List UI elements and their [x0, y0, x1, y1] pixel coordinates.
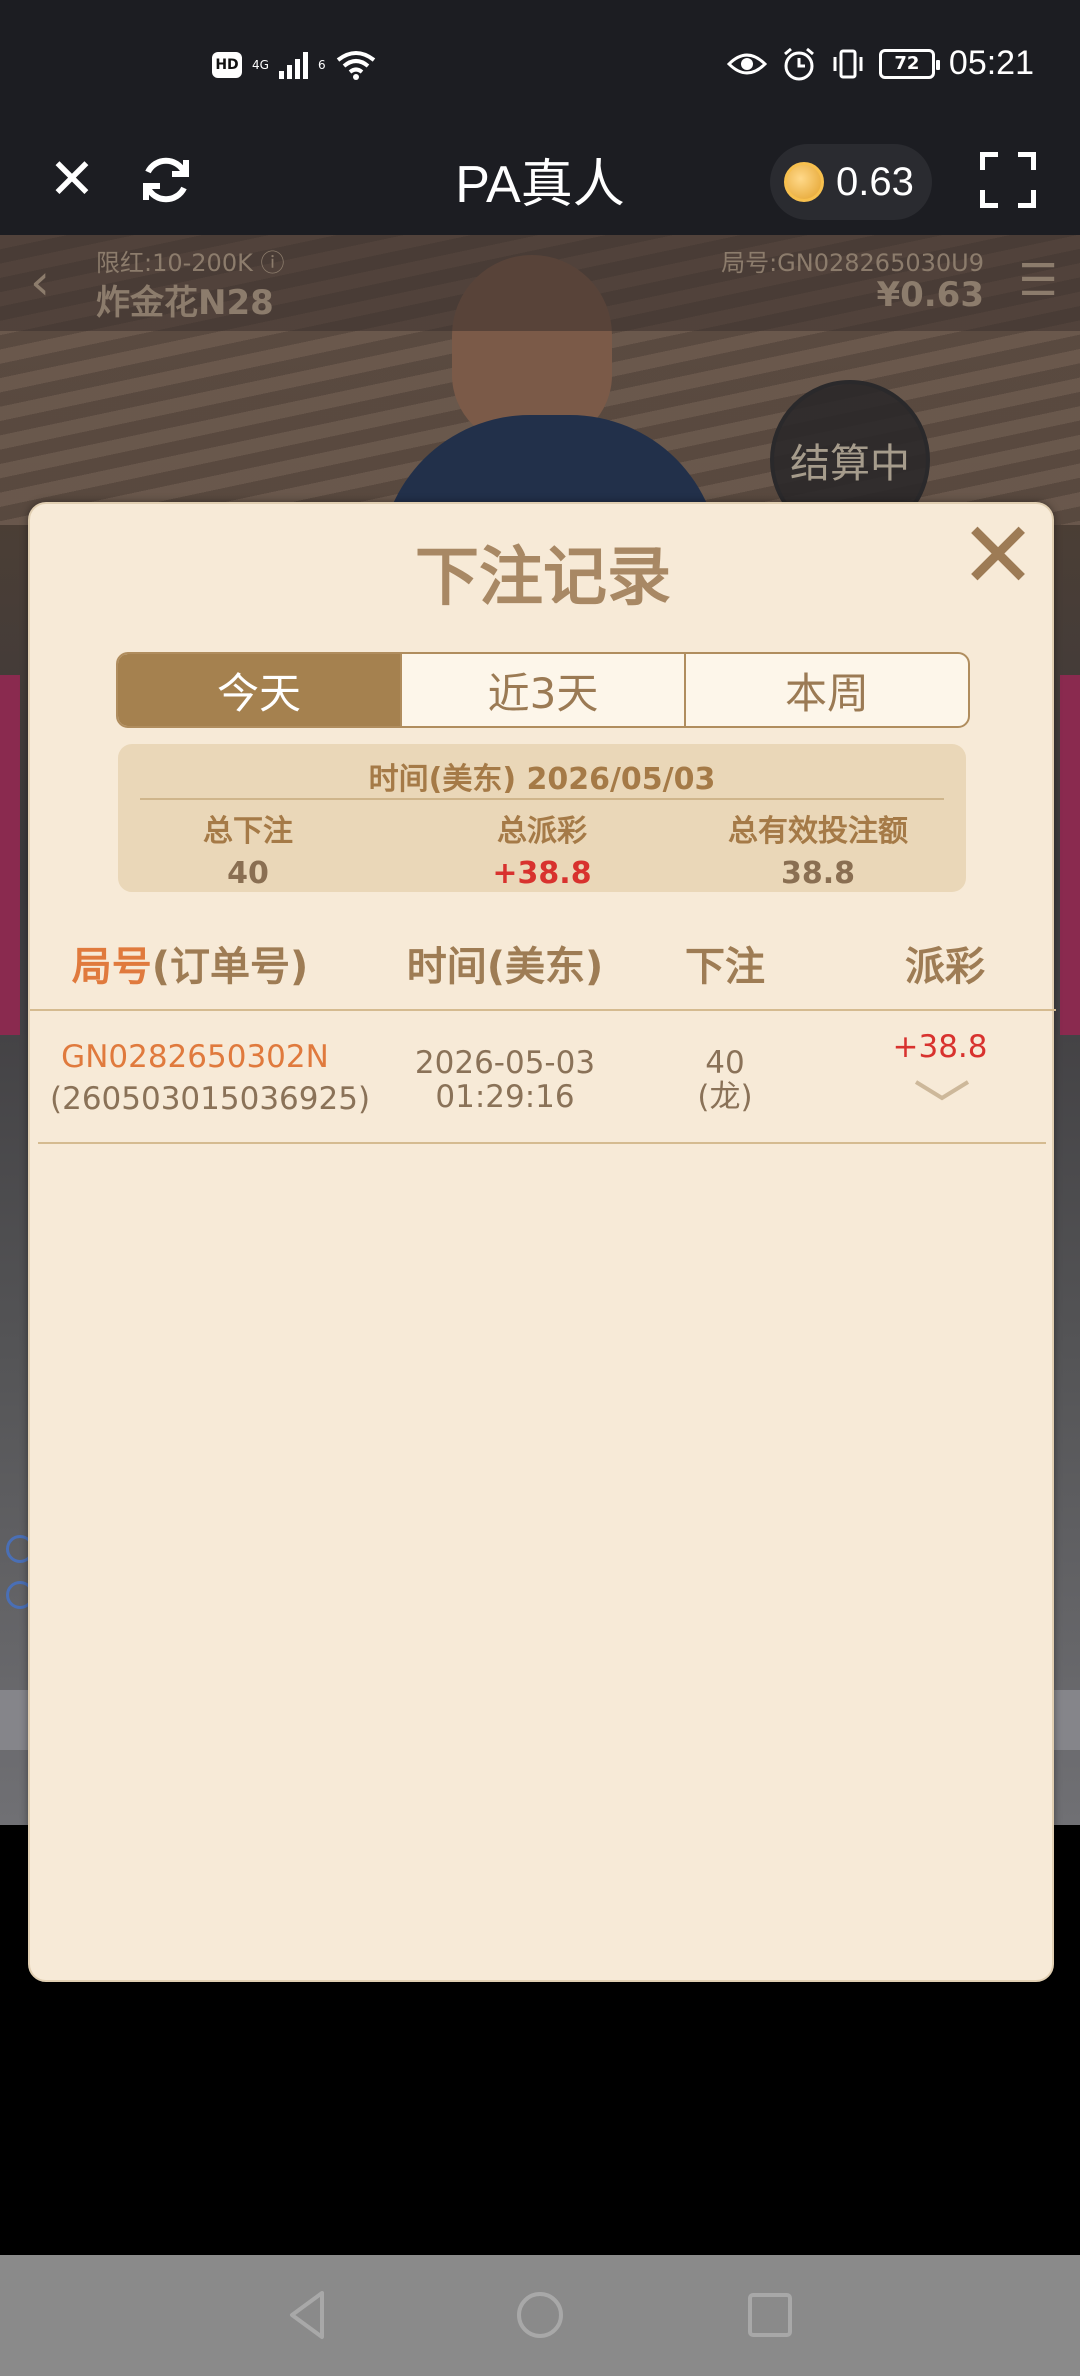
order-id: (260503015036925) [50, 1081, 371, 1117]
bet-amount: 40 [705, 1045, 745, 1081]
close-icon[interactable]: ✕ [958, 510, 1038, 602]
game-name: 炸金花N28 [96, 283, 274, 323]
table-header: 局号(订单号) 时间(美东) 下注 派彩 [30, 934, 1056, 1014]
round-number: 局号:GN028265030U9 [721, 249, 984, 277]
wallet-balance-pill[interactable]: 0.63 [770, 144, 932, 220]
status-right: 72 05:21 [726, 44, 1034, 83]
alarm-icon [783, 47, 814, 80]
tab-last-3-days[interactable]: 近3天 [402, 654, 686, 726]
payout-amount: +38.8 [892, 1029, 988, 1065]
summary-total-payout: 总派彩 +38.8 [412, 806, 672, 891]
eye-icon [726, 53, 767, 74]
bet-selection: (龙) [697, 1079, 753, 1115]
tab-this-week[interactable]: 本周 [686, 654, 968, 726]
order-header-label: (订单号) [151, 944, 309, 990]
dialog-title: 下注记录 [415, 541, 671, 615]
left-side-panel [0, 675, 20, 1035]
nav-home-icon[interactable] [510, 2285, 570, 2345]
total-payout-value: +38.8 [492, 856, 592, 891]
nav-back-icon[interactable] [278, 2285, 338, 2345]
wifi-version: 6 [317, 58, 326, 72]
divider [140, 798, 944, 800]
signal-icon [278, 51, 308, 79]
chevron-down-icon[interactable] [912, 1076, 972, 1106]
total-bet-label: 总下注 [203, 814, 293, 849]
summary-date: 时间(美东) 2026/05/03 [368, 762, 716, 797]
menu-icon[interactable]: ☰ [1019, 255, 1058, 306]
bet-cell: 40 (龙) [640, 1046, 810, 1114]
column-header-round: 局号(订单号) [60, 934, 320, 992]
summary-total-bet: 总下注 40 [118, 806, 378, 891]
coin-icon [784, 162, 824, 202]
wifi-icon [336, 51, 375, 80]
game-info-strip: ‹ 限红:10-200K ⓘ 炸金花N28 局号:GN028265030U9 ¥… [0, 235, 1080, 331]
time-cell: 2026-05-03 01:29:16 [380, 1046, 630, 1114]
tab-today[interactable]: 今天 [118, 654, 402, 726]
total-bet-value: 40 [227, 856, 269, 891]
valid-bet-label: 总有效投注额 [728, 814, 908, 849]
status-left: HD 4G 6 [212, 50, 376, 80]
right-side-panel [1060, 675, 1080, 1035]
summary-valid-bet: 总有效投注额 38.8 [678, 806, 958, 891]
bet-records-dialog: 下注记录 ✕ 今天 近3天 本周 时间(美东) 2026/05/03 总下注 4… [28, 502, 1056, 1982]
column-header-payout: 派彩 [905, 944, 985, 990]
column-header-bet: 下注 [685, 944, 765, 990]
date-range-tabs: 今天 近3天 本周 [116, 652, 970, 728]
round-id: GN0282650302N [61, 1039, 329, 1075]
payout-cell: +38.8 [860, 1030, 1020, 1064]
fullscreen-icon[interactable] [980, 152, 1036, 208]
network-type: 4G [252, 58, 269, 72]
header-divider [30, 1009, 1056, 1011]
status-bar: HD 4G 6 72 05:21 [0, 0, 1080, 130]
vibrate-icon [833, 49, 863, 78]
total-payout-label: 总派彩 [497, 814, 587, 849]
wallet-balance: 0.63 [836, 159, 914, 204]
row-divider [38, 1142, 1046, 1144]
hd-icon: HD [212, 52, 242, 78]
back-arrow-icon[interactable]: ‹ [30, 253, 50, 311]
game-balance: ¥0.63 [876, 275, 984, 315]
battery-icon: 72 [878, 48, 940, 79]
bet-time: 01:29:16 [435, 1079, 575, 1115]
nav-recents-icon[interactable] [740, 2285, 800, 2345]
valid-bet-value: 38.8 [780, 856, 856, 891]
round-cell: GN0282650302N (260503015036925) [50, 1039, 371, 1117]
app-bar: ✕ PA真人 0.63 [0, 130, 1080, 235]
clock: 05:21 [948, 44, 1034, 82]
system-nav-bar [0, 2255, 1080, 2376]
bet-limit: 限红:10-200K ⓘ [96, 249, 285, 277]
round-header-label: 局号 [71, 944, 152, 990]
column-header-time: 时间(美东) [406, 944, 604, 990]
bet-date: 2026-05-03 [414, 1045, 596, 1081]
summary-panel: 时间(美东) 2026/05/03 总下注 40 总派彩 +38.8 总有效投注… [118, 744, 966, 892]
table-row[interactable]: GN0282650302N (260503015036925) 2026-05-… [30, 1014, 1056, 1144]
